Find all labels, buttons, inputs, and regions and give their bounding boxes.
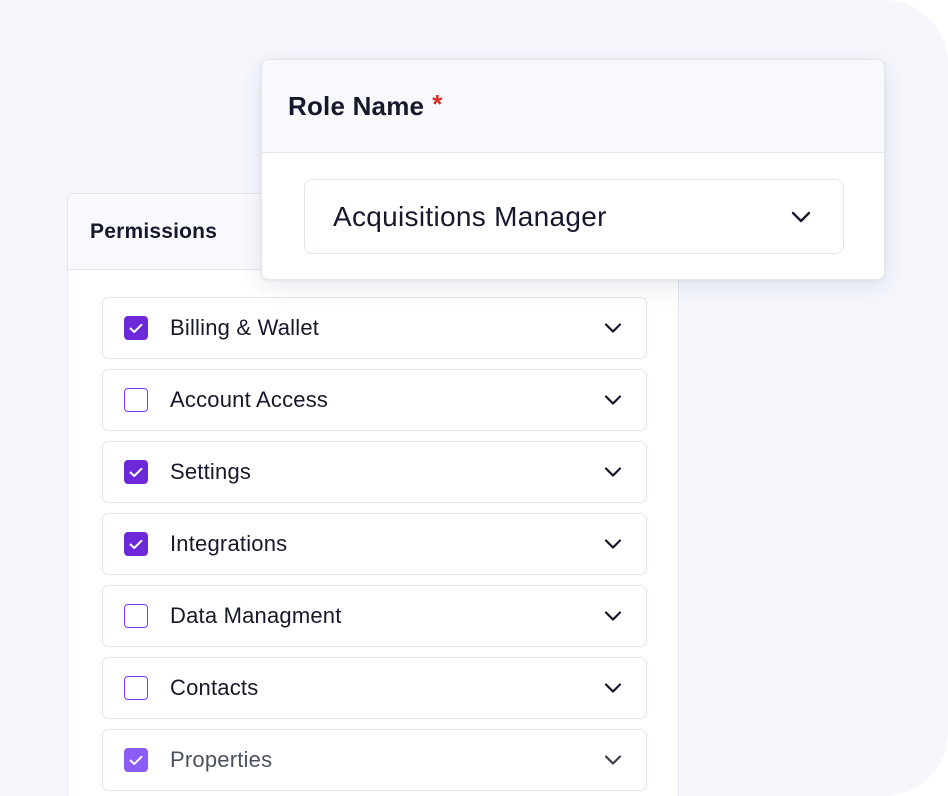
permission-label: Data Managment [170,603,342,628]
role-name-title: Role Name [288,90,425,121]
check-icon [129,539,143,549]
permission-label: Contacts [170,675,259,700]
permission-label: Settings [170,459,252,484]
chevron-down-icon[interactable] [791,210,811,223]
permission-label: Billing & Wallet [170,315,320,340]
role-name-header: Role Name * [262,60,884,153]
check-icon [129,323,143,333]
permissions-panel: Permissions Billing & Wallet Account Acc… [67,193,679,796]
chevron-down-icon[interactable] [604,466,622,478]
permission-item-data-managment[interactable]: Data Managment [102,585,647,647]
permission-item-settings[interactable]: Settings [102,441,647,503]
permission-label: Properties [170,747,273,772]
checkbox-properties[interactable] [124,748,148,772]
role-name-card: Role Name * Acquisitions Manager [261,59,885,280]
permissions-list: Billing & Wallet Account Access Settings [102,297,647,796]
checkbox-integrations[interactable] [124,532,148,556]
checkbox-contacts[interactable] [124,676,148,700]
permission-item-account-access[interactable]: Account Access [102,369,647,431]
checkbox-billing-wallet[interactable] [124,316,148,340]
permission-label: Account Access [170,387,329,412]
required-marker: * [432,88,443,119]
permission-item-billing-wallet[interactable]: Billing & Wallet [102,297,647,359]
permissions-title: Permissions [90,219,218,243]
check-icon [129,467,143,477]
check-icon [129,755,143,765]
permission-item-properties[interactable]: Properties [102,729,647,791]
page-background: Permissions Billing & Wallet Account Acc… [0,0,948,796]
permission-item-contacts[interactable]: Contacts [102,657,647,719]
chevron-down-icon[interactable] [604,682,622,694]
chevron-down-icon[interactable] [604,322,622,334]
chevron-down-icon[interactable] [604,610,622,622]
permission-label: Integrations [170,531,288,556]
permission-item-integrations[interactable]: Integrations [102,513,647,575]
role-name-value: Acquisitions Manager [333,200,607,232]
checkbox-account-access[interactable] [124,388,148,412]
chevron-down-icon[interactable] [604,538,622,550]
chevron-down-icon[interactable] [604,394,622,406]
role-name-select[interactable]: Acquisitions Manager [304,179,844,254]
chevron-down-icon[interactable] [604,754,622,766]
checkbox-settings[interactable] [124,460,148,484]
checkbox-data-managment[interactable] [124,604,148,628]
